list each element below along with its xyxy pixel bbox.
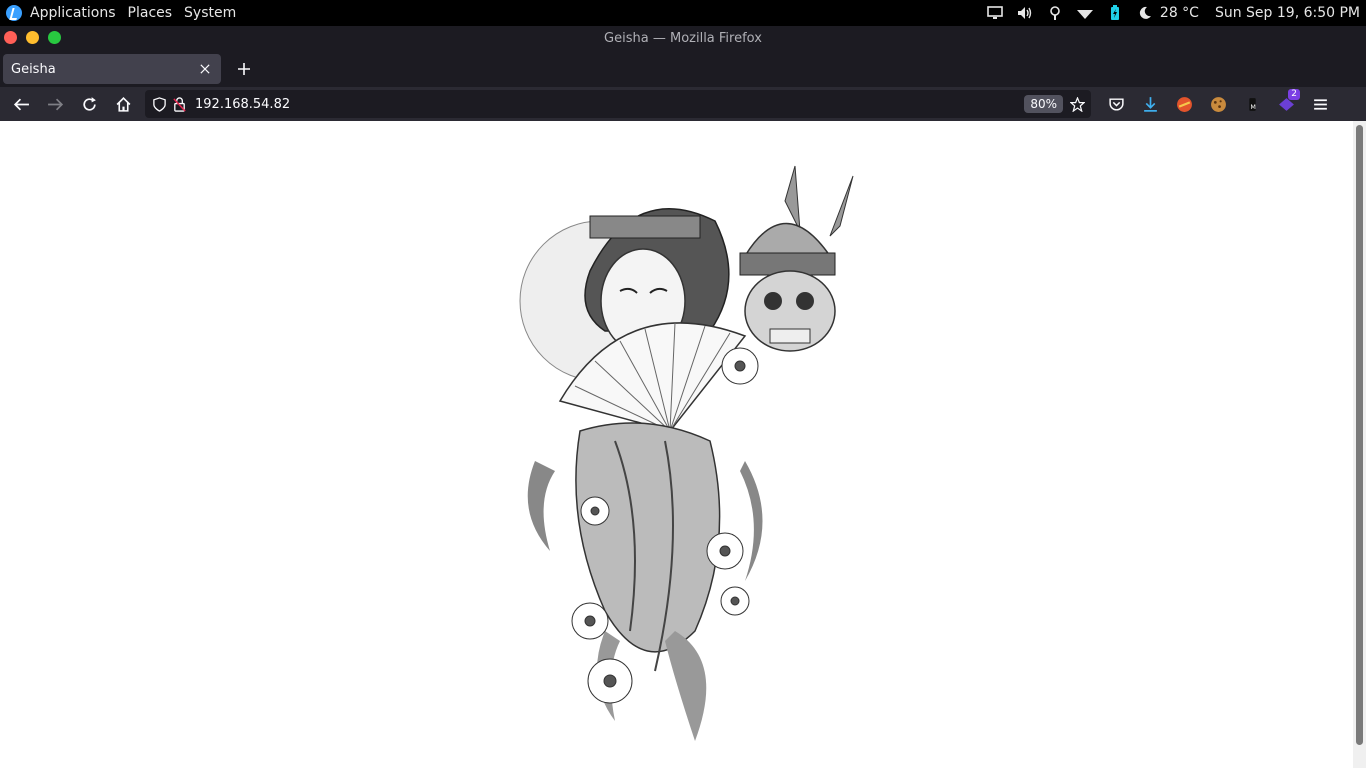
home-button[interactable] <box>107 88 139 120</box>
close-tab-icon[interactable] <box>197 61 213 77</box>
insecure-lock-icon[interactable] <box>169 94 189 114</box>
close-window-button[interactable] <box>4 31 17 44</box>
url-bar[interactable]: 192.168.54.82 80% <box>145 90 1091 118</box>
home-icon <box>116 96 130 112</box>
tab-geisha[interactable]: Geisha <box>3 54 221 84</box>
bookmark-star-icon[interactable] <box>1067 94 1087 114</box>
hamburger-menu-icon <box>1313 98 1327 110</box>
pocket-button[interactable] <box>1099 88 1133 120</box>
zoom-level-badge[interactable]: 80% <box>1024 95 1063 113</box>
battery-icon[interactable] <box>1100 0 1130 26</box>
hackbar-extension-icon: M <box>1248 97 1256 111</box>
download-icon <box>1143 96 1157 112</box>
purple-extension-button[interactable]: 2 <box>1269 88 1303 120</box>
plus-icon <box>238 63 250 75</box>
foxyproxy-extension-button[interactable] <box>1167 88 1201 120</box>
menu-applications[interactable]: Applications <box>24 5 122 21</box>
arrow-right-icon <box>47 98 63 110</box>
maximize-window-button[interactable] <box>48 31 61 44</box>
tracking-shield-icon[interactable] <box>149 94 169 114</box>
downloads-button[interactable] <box>1133 88 1167 120</box>
cookie-editor-extension-button[interactable] <box>1201 88 1235 120</box>
reload-icon <box>82 96 96 111</box>
menu-places[interactable]: Places <box>122 5 179 21</box>
fox-extension-icon <box>1176 96 1192 112</box>
tab-title: Geisha <box>11 61 56 77</box>
arrow-left-icon <box>13 98 29 110</box>
tab-bar: Geisha <box>0 51 1366 87</box>
scrollbar-thumb[interactable] <box>1356 125 1363 745</box>
cookie-icon <box>1210 96 1226 112</box>
page-content <box>0 121 1353 768</box>
distro-logo-icon[interactable] <box>6 5 22 21</box>
system-panel: Applications Places System 28 °C Sun Sep… <box>0 0 1366 26</box>
wappalyzer-extension-button[interactable]: M <box>1235 88 1269 120</box>
nav-toolbar: 192.168.54.82 80% M 2 <box>0 87 1366 121</box>
clock-label[interactable]: Sun Sep 19, 6:50 PM <box>1207 5 1360 21</box>
menu-system[interactable]: System <box>178 5 242 21</box>
reload-button[interactable] <box>73 88 105 120</box>
weather-moon-icon[interactable] <box>1130 0 1160 26</box>
forward-button[interactable] <box>39 88 71 120</box>
location-icon[interactable] <box>1040 0 1070 26</box>
back-button[interactable] <box>5 88 37 120</box>
window-titlebar[interactable]: Geisha — Mozilla Firefox <box>0 26 1366 51</box>
app-menu-button[interactable] <box>1303 88 1337 120</box>
temperature-label[interactable]: 28 °C <box>1160 5 1207 21</box>
minimize-window-button[interactable] <box>26 31 39 44</box>
wifi-icon[interactable] <box>1070 0 1100 26</box>
window-title: Geisha — Mozilla Firefox <box>604 31 762 46</box>
geisha-samurai-illustration <box>519 165 854 741</box>
extension-badge-count: 2 <box>1288 89 1300 100</box>
url-text[interactable]: 192.168.54.82 <box>195 97 1024 112</box>
svg-text:M: M <box>1250 102 1256 110</box>
pocket-icon <box>1108 97 1124 111</box>
vertical-scrollbar[interactable] <box>1353 121 1366 768</box>
volume-icon[interactable] <box>1010 0 1040 26</box>
window-controls <box>4 31 61 44</box>
new-tab-button[interactable] <box>229 54 259 84</box>
display-icon[interactable] <box>980 0 1010 26</box>
